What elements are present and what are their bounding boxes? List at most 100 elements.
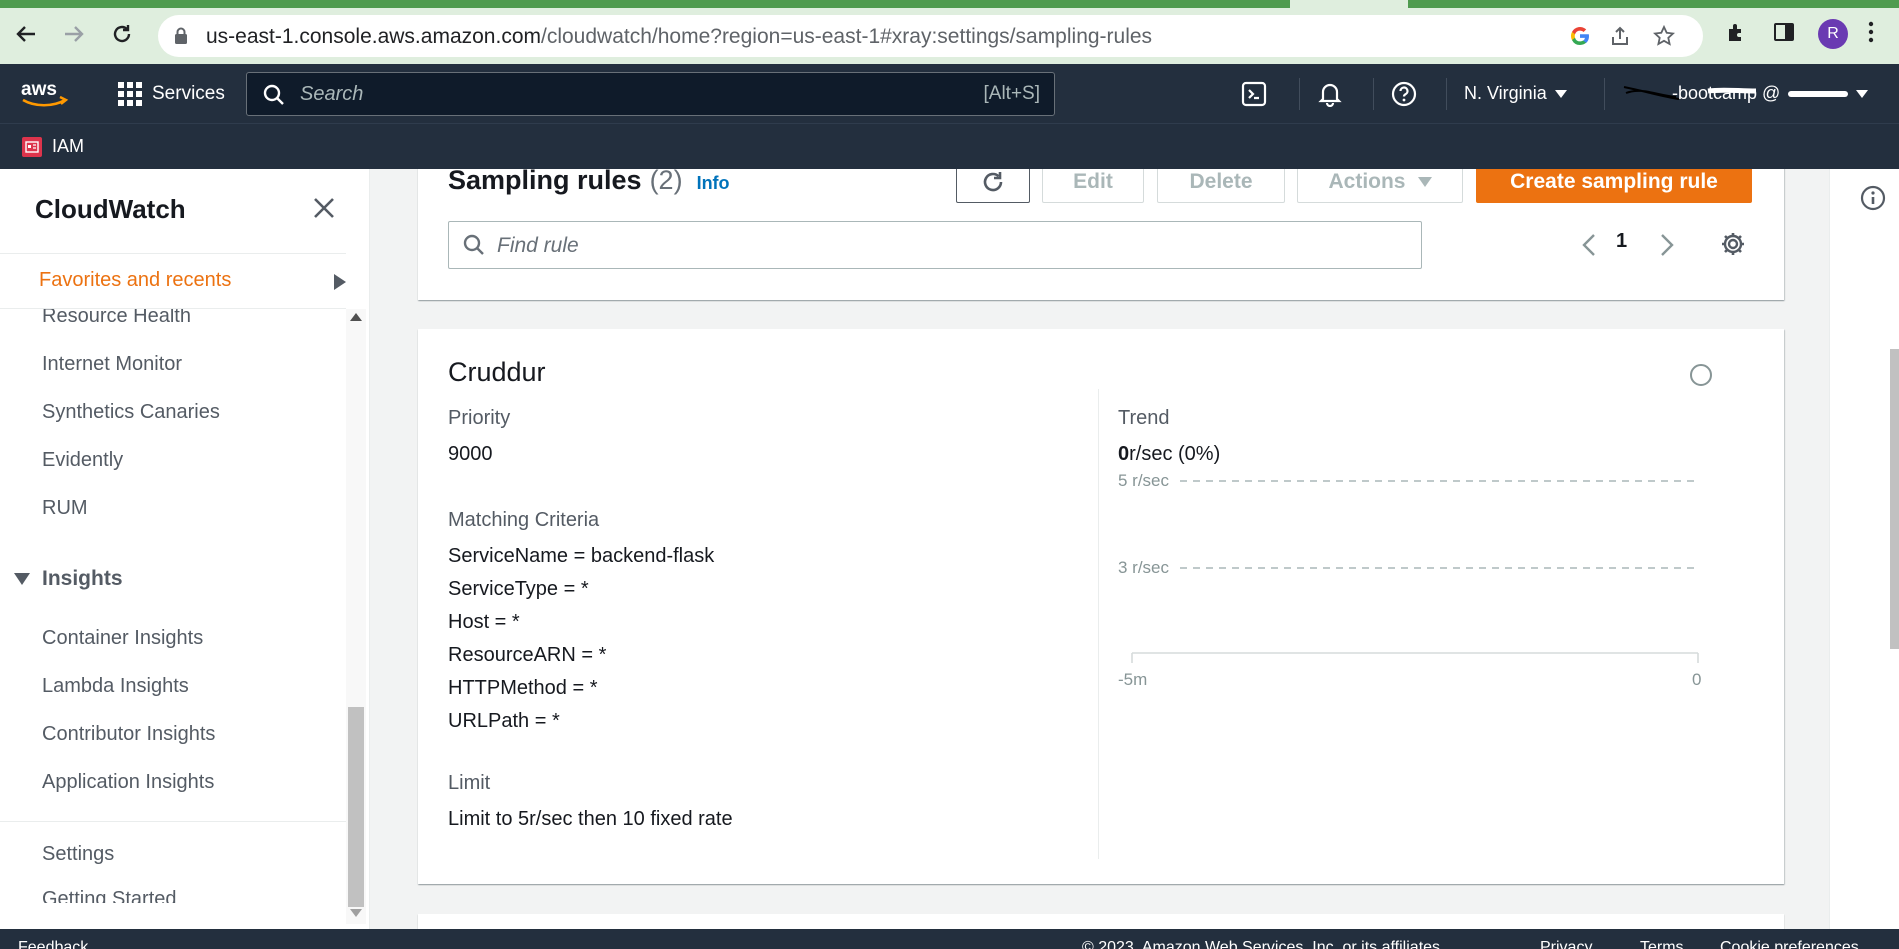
iam-shortcut[interactable]: IAM: [22, 136, 84, 157]
services-label: Services: [152, 83, 225, 104]
google-icon[interactable]: [1568, 24, 1592, 48]
favorites-and-recents[interactable]: Favorites and recents: [0, 253, 346, 309]
priority-value: 9000: [448, 443, 493, 465]
scrollbar-thumb[interactable]: [348, 707, 364, 907]
search-icon: [463, 234, 485, 256]
bookmark-star-icon[interactable]: [1652, 24, 1676, 48]
console-search-input[interactable]: Search [Alt+S]: [246, 72, 1055, 116]
find-rule-input[interactable]: Find rule: [448, 221, 1422, 269]
grid-icon: [118, 82, 142, 106]
caret-right-icon: [334, 274, 346, 290]
url-text: us-east-1.console.aws.amazon.com/cloudwa…: [206, 25, 1153, 48]
refresh-icon: [983, 172, 1003, 192]
privacy-link[interactable]: Privacy: [1540, 939, 1592, 949]
sidebar-item-internet-monitor[interactable]: Internet Monitor: [42, 353, 182, 376]
delete-button[interactable]: Delete: [1157, 169, 1285, 203]
sidebar-scrollbar[interactable]: [346, 309, 366, 924]
edit-button[interactable]: Edit: [1042, 169, 1144, 203]
search-icon: [263, 84, 285, 106]
sampling-rules-panel: Sampling rules (2) Info Edit Delete Acti…: [418, 169, 1784, 300]
refresh-button[interactable]: [956, 169, 1030, 203]
redacted-bar: [1788, 90, 1849, 97]
bell-icon[interactable]: [1316, 80, 1344, 108]
cookie-preferences-link[interactable]: Cookie preferences: [1720, 939, 1859, 949]
trend-label: Trend: [1118, 407, 1170, 429]
cloudshell-icon[interactable]: [1240, 80, 1268, 108]
browser-chrome: us-east-1.console.aws.amazon.com/cloudwa…: [0, 0, 1899, 64]
trend-chart: 5 r/sec 3 r/sec -5m 0: [1118, 471, 1701, 689]
priority-label: Priority: [448, 407, 511, 429]
x-tick-label: -5m: [1118, 670, 1147, 689]
sidebar-item-evidently[interactable]: Evidently: [42, 449, 123, 472]
create-sampling-rule-button[interactable]: Create sampling rule: [1476, 169, 1752, 203]
reload-icon[interactable]: [106, 18, 138, 50]
sampling-rule-card: [418, 914, 1784, 929]
matching-criteria-label: Matching Criteria: [448, 509, 600, 531]
info-icon[interactable]: [1860, 185, 1886, 211]
y-tick-label: 3 r/sec: [1118, 558, 1170, 577]
criteria-item: ResourceARN = *: [448, 644, 607, 666]
limit-value: Limit to 5r/sec then 10 fixed rate: [448, 808, 733, 830]
feedback-link[interactable]: Feedback: [18, 939, 88, 949]
forward-icon[interactable]: [58, 18, 90, 50]
criteria-item: Host = *: [448, 611, 520, 633]
trend-value: 0r/sec (0%): [1118, 443, 1220, 466]
lock-icon[interactable]: [174, 27, 188, 45]
back-icon[interactable]: [10, 18, 42, 50]
share-icon[interactable]: [1608, 24, 1632, 48]
preferences-gear-icon[interactable]: [1720, 231, 1746, 257]
svg-text:aws: aws: [21, 79, 57, 100]
side-panel-icon[interactable]: [1770, 18, 1798, 46]
sidebar-item-rum[interactable]: RUM: [42, 497, 88, 520]
prev-page-icon[interactable]: [1582, 233, 1596, 257]
search-shortcut: [Alt+S]: [983, 83, 1041, 104]
sidebar-item-lambda-insights[interactable]: Lambda Insights: [42, 675, 189, 698]
profile-avatar[interactable]: R: [1818, 19, 1848, 49]
card-divider: [1098, 389, 1099, 859]
sidebar-item-settings[interactable]: Settings: [42, 843, 114, 866]
next-page-icon[interactable]: [1660, 233, 1674, 257]
sidebar-item-resource-health[interactable]: Resource Health: [42, 309, 191, 328]
favorites-label: Favorites and recents: [39, 269, 232, 291]
criteria-item: ServiceName = backend-flask: [448, 545, 715, 567]
rule-select-radio[interactable]: [1690, 364, 1712, 386]
page-scrollbar-thumb[interactable]: [1890, 349, 1899, 649]
sidebar: CloudWatch Favorites and recents Resourc…: [0, 169, 370, 929]
sampling-rule-card: Cruddur Priority 9000 Matching Criteria …: [418, 329, 1784, 884]
terms-link[interactable]: Terms: [1640, 939, 1684, 949]
caret-down-icon: [1856, 89, 1869, 98]
services-menu[interactable]: Services: [118, 82, 225, 106]
sidebar-nav-list: Resource Health Internet Monitor Synthet…: [0, 309, 346, 903]
copyright-text: © 2023, Amazon Web Services, Inc. or its…: [1082, 939, 1445, 949]
x-tick-label: 0: [1692, 670, 1701, 689]
criteria-item: ServiceType = *: [448, 578, 589, 600]
aws-top-nav: aws Services Search [Alt+S] N. Virginia …: [0, 64, 1899, 123]
sampling-rules-title: Sampling rules: [448, 169, 642, 195]
menu-kebab-icon[interactable]: [1868, 20, 1874, 44]
page-number[interactable]: 1: [1616, 230, 1627, 253]
tab-strip: [0, 0, 1899, 8]
info-link[interactable]: Info: [697, 173, 730, 194]
aws-logo[interactable]: aws: [20, 78, 70, 110]
console-footer: Feedback © 2023, Amazon Web Services, In…: [0, 929, 1899, 949]
scroll-down-icon[interactable]: [350, 909, 362, 917]
sidebar-item-contributor-insights[interactable]: Contributor Insights: [42, 723, 215, 746]
help-icon[interactable]: [1390, 80, 1418, 108]
actions-dropdown[interactable]: Actions: [1297, 169, 1463, 203]
close-icon[interactable]: [313, 197, 335, 219]
sidebar-item-getting-started[interactable]: Getting Started: [42, 888, 177, 903]
address-bar[interactable]: us-east-1.console.aws.amazon.com/cloudwa…: [158, 15, 1703, 57]
extensions-icon[interactable]: [1722, 18, 1750, 46]
caret-down-icon: [1417, 177, 1432, 187]
sidebar-item-application-insights[interactable]: Application Insights: [42, 771, 214, 794]
region-label: N. Virginia: [1464, 83, 1547, 103]
sidebar-section-insights[interactable]: Insights: [14, 567, 123, 591]
rule-count: (2): [649, 169, 683, 195]
rule-name: Cruddur: [448, 357, 546, 387]
region-selector[interactable]: N. Virginia: [1464, 83, 1567, 104]
scroll-up-icon[interactable]: [350, 313, 362, 321]
sidebar-item-synthetics-canaries[interactable]: Synthetics Canaries: [42, 401, 220, 424]
main-content: Sampling rules (2) Info Edit Delete Acti…: [370, 169, 1899, 929]
account-menu[interactable]: -bootcamp @: [1622, 83, 1869, 104]
sidebar-item-container-insights[interactable]: Container Insights: [42, 627, 203, 650]
